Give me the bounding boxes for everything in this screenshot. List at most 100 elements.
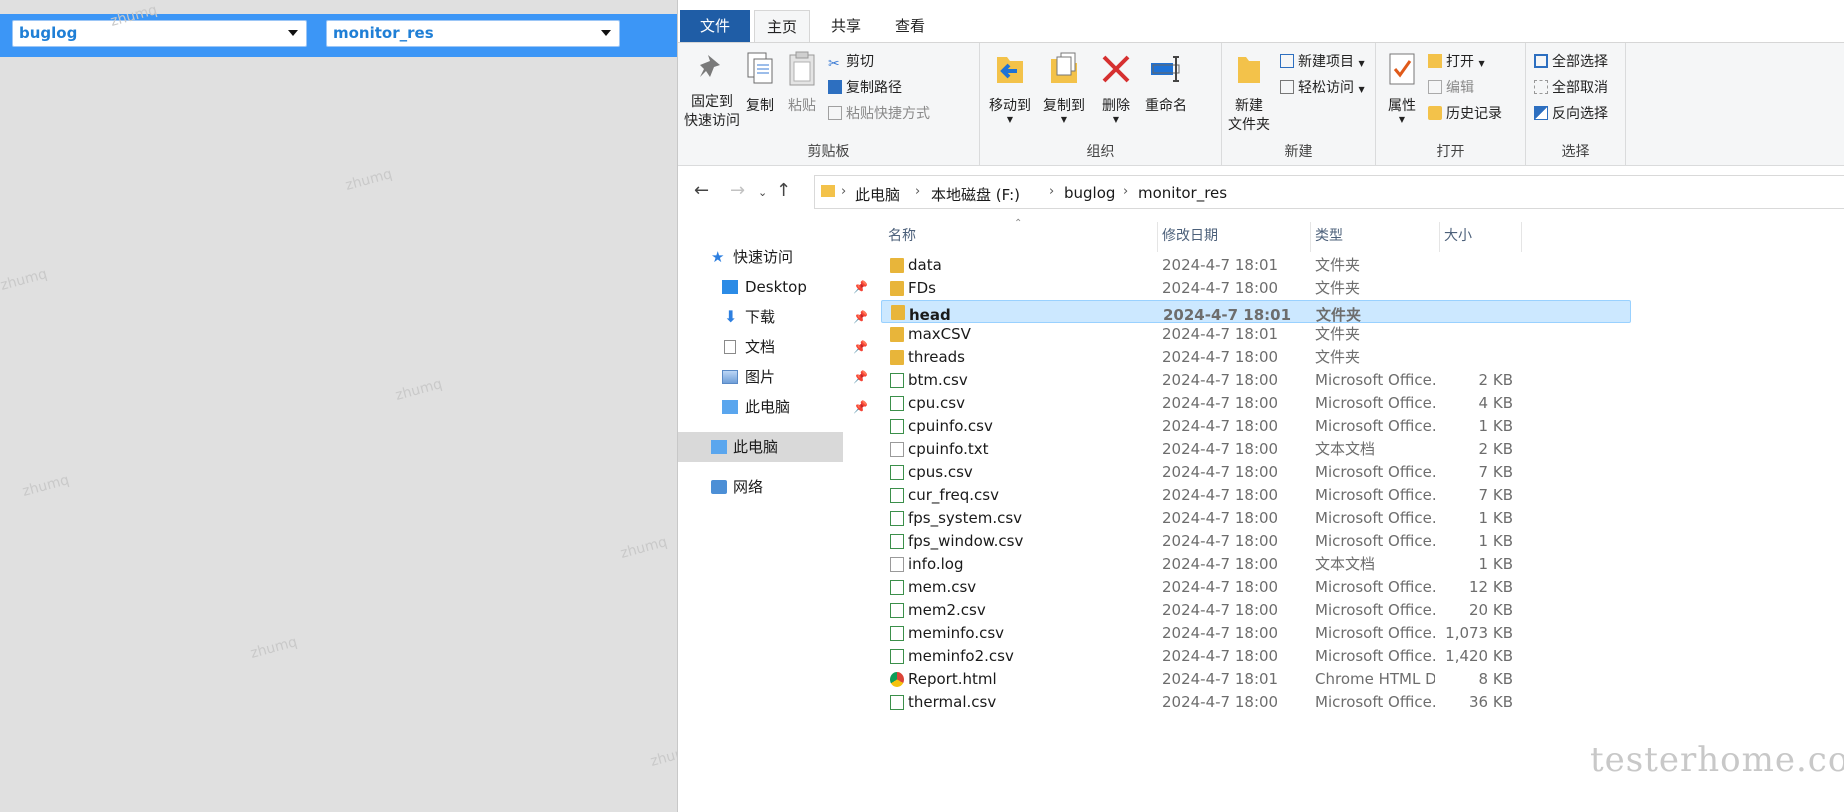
file-row[interactable]: cpus.csv 2024-4-7 18:00 Microsoft Office..… [881, 461, 1631, 484]
column-header-size[interactable]: 大小 [1444, 226, 1472, 252]
picture-icon [722, 370, 738, 384]
easy-access-button[interactable]: 轻松访问 ▼ [1280, 77, 1365, 99]
cut-button[interactable]: ✂ 剪切 [828, 51, 874, 73]
crumb-buglog[interactable]: buglog [1064, 184, 1115, 202]
nav-quick-access[interactable]: ★ 快速访问 [678, 242, 876, 272]
nav-item-desktop[interactable]: Desktop 📌 [678, 272, 876, 302]
file-row[interactable]: cpuinfo.csv 2024-4-7 18:00 Microsoft Offic… [881, 415, 1631, 438]
chevron-down-icon: ▼ [1060, 115, 1068, 124]
select-none-button[interactable]: 全部取消 [1534, 77, 1608, 99]
column-divider[interactable] [1521, 222, 1522, 252]
file-row[interactable]: fps_system.csv 2024-4-7 18:00 Microsoft Of… [881, 507, 1631, 530]
pin-icon[interactable]: 📌 [853, 332, 868, 362]
paste-shortcut-button[interactable]: 粘贴快捷方式 [828, 103, 930, 125]
file-row[interactable]: btm.csv 2024-4-7 18:00 Microsoft Office...… [881, 369, 1631, 392]
file-row[interactable]: meminfo2.csv 2024-4-7 18:00 Microsoft Offi… [881, 645, 1631, 668]
folder-select-2[interactable]: monitor_res [326, 20, 620, 47]
tab-home[interactable]: 主页 [754, 10, 810, 42]
nav-this-pc[interactable]: 此电脑 [678, 432, 843, 462]
crumb-drive-f[interactable]: 本地磁盘 (F:) [931, 184, 1020, 205]
file-row[interactable]: maxCSV 2024-4-7 18:01 文件夹 [881, 323, 1631, 346]
nav-item-label: 图片 [745, 368, 776, 386]
properties-button[interactable]: 属性 ▼ [1382, 51, 1422, 124]
crumb-monitor-res[interactable]: monitor_res [1138, 184, 1227, 202]
address-bar[interactable]: › 此电脑 › 本地磁盘 (F:) › buglog › monitor_res [814, 175, 1844, 209]
file-row[interactable]: thermal.csv 2024-4-7 18:00 Microsoft Offic… [881, 691, 1631, 714]
column-divider[interactable] [1157, 222, 1158, 252]
spreadsheet-icon [890, 603, 904, 618]
file-row[interactable]: mem2.csv 2024-4-7 18:00 Microsoft Office..… [881, 599, 1631, 622]
back-icon[interactable]: ← [694, 180, 709, 201]
file-name: cur_freq.csv [908, 486, 999, 504]
nav-item-downloads[interactable]: ⬇ 下载 📌 [678, 302, 876, 332]
open-button[interactable]: 打开 ▼ [1428, 51, 1485, 73]
up-icon[interactable]: ↑ [776, 180, 791, 201]
nav-item-label: 此电脑 [745, 398, 791, 416]
file-row[interactable]: info.log 2024-4-7 18:00 文本文档 1 KB [881, 553, 1631, 576]
delete-button[interactable]: 删除 ▼ [1096, 51, 1136, 124]
new-folder-button[interactable]: 新建 文件夹 [1224, 51, 1274, 135]
file-row[interactable]: cpuinfo.txt 2024-4-7 18:00 文本文档 2 KB [881, 438, 1631, 461]
copy-path-button[interactable]: 复制路径 [828, 77, 902, 99]
crumb-this-pc[interactable]: 此电脑 [855, 184, 900, 205]
file-row[interactable]: head 2024-4-7 18:01 文件夹 [881, 300, 1631, 324]
chevron-right-icon: › [841, 184, 847, 199]
column-divider[interactable] [1439, 222, 1440, 252]
tab-share[interactable]: 共享 [818, 10, 874, 42]
file-row[interactable]: threads 2024-4-7 18:00 文件夹 [881, 346, 1631, 369]
history-icon [1428, 106, 1442, 120]
nav-item-documents[interactable]: 文档 📌 [678, 332, 876, 362]
file-type: 文件夹 [1315, 256, 1361, 274]
nav-quick-access-label: 快速访问 [733, 248, 794, 266]
paste-button[interactable]: 粘贴 [782, 51, 822, 116]
nav-item-pictures[interactable]: 图片 📌 [678, 362, 876, 392]
group-label-select: 选择 [1561, 144, 1590, 160]
file-row[interactable]: mem.csv 2024-4-7 18:00 Microsoft Office...… [881, 576, 1631, 599]
pin-icon[interactable]: 📌 [853, 362, 868, 392]
edit-button[interactable]: 编辑 [1428, 77, 1474, 99]
pin-icon[interactable]: 📌 [853, 392, 868, 422]
invert-selection-button[interactable]: 反向选择 [1534, 103, 1608, 125]
rename-button[interactable]: 重命名 [1140, 51, 1192, 116]
spreadsheet-icon [890, 695, 904, 710]
file-row[interactable]: cpu.csv 2024-4-7 18:00 Microsoft Office...… [881, 392, 1631, 415]
file-row[interactable]: FDs 2024-4-7 18:00 文件夹 [881, 277, 1631, 300]
file-date: 2024-4-7 18:00 [1162, 371, 1279, 389]
spreadsheet-icon [890, 419, 904, 434]
column-header-date[interactable]: 修改日期 [1162, 226, 1218, 252]
file-type: Microsoft Office... [1315, 417, 1435, 435]
folder-icon [890, 258, 904, 273]
column-header-type[interactable]: 类型 [1315, 226, 1343, 252]
history-button[interactable]: 历史记录 [1428, 103, 1502, 125]
copy-to-button[interactable]: 复制到 ▼ [1038, 51, 1090, 124]
column-divider[interactable] [1310, 222, 1311, 252]
file-row[interactable]: fps_window.csv 2024-4-7 18:00 Microsoft Of… [881, 530, 1631, 553]
pin-quick-access-button[interactable]: 固定到 快速访问 [682, 51, 742, 131]
forward-icon[interactable]: → [730, 180, 745, 201]
column-header-name[interactable]: 名称 [888, 226, 916, 252]
rename-label: 重命名 [1145, 98, 1187, 114]
nav-item-this-pc-pinned[interactable]: 此电脑 📌 [678, 392, 876, 422]
file-row[interactable]: Report.html 2024-4-7 18:01 Chrome HTML D..… [881, 668, 1631, 691]
move-to-label: 移动到 [989, 98, 1031, 114]
file-row[interactable]: data 2024-4-7 18:01 文件夹 [881, 254, 1631, 277]
file-row[interactable]: meminfo.csv 2024-4-7 18:00 Microsoft Offic… [881, 622, 1631, 645]
tab-view[interactable]: 查看 [882, 10, 938, 42]
select-all-button[interactable]: 全部选择 [1534, 51, 1608, 73]
file-name: mem.csv [908, 578, 977, 596]
file-name: maxCSV [908, 325, 971, 343]
file-name: btm.csv [908, 371, 968, 389]
chevron-down-icon: ▼ [1006, 115, 1014, 124]
file-size: 2 KB [1478, 371, 1513, 389]
recent-locations-chevron-icon[interactable]: ⌄ [758, 186, 767, 199]
pin-icon[interactable]: 📌 [853, 302, 868, 332]
tab-file[interactable]: 文件 [680, 10, 750, 42]
new-item-button[interactable]: 新建项目 ▼ [1280, 51, 1365, 73]
file-row[interactable]: cur_freq.csv 2024-4-7 18:00 Microsoft Offi… [881, 484, 1631, 507]
nav-network[interactable]: 网络 [678, 472, 876, 502]
folder-select-1[interactable]: buglog [12, 20, 307, 47]
nav-item-label: Desktop [745, 278, 807, 296]
pin-icon[interactable]: 📌 [853, 272, 868, 302]
copy-button[interactable]: 复制 [742, 51, 778, 116]
move-to-button[interactable]: 移动到 ▼ [986, 51, 1034, 124]
